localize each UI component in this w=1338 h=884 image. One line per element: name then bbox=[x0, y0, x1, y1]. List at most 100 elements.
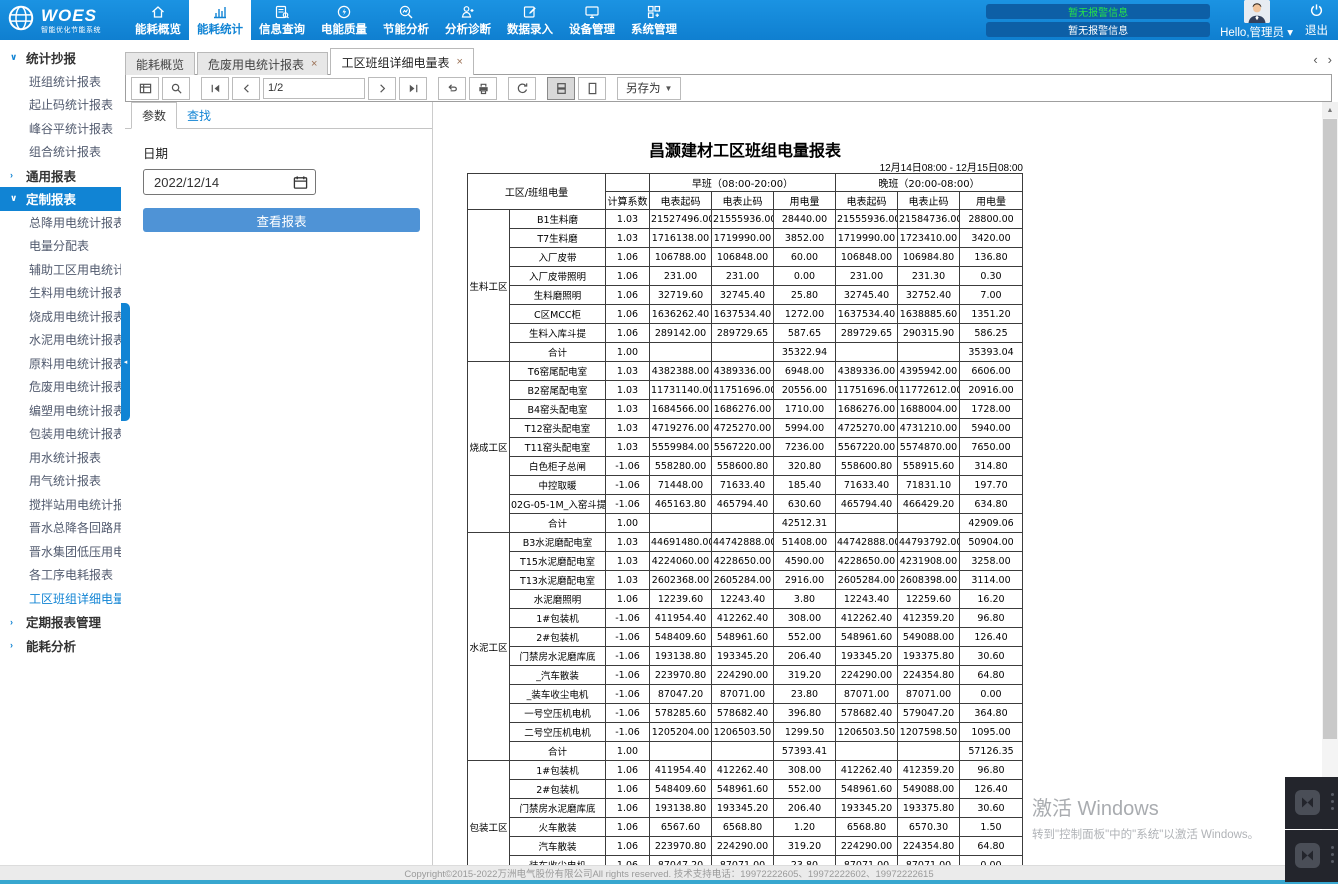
print-button[interactable] bbox=[469, 77, 497, 100]
tab-scroll-left-icon[interactable]: ‹ bbox=[1313, 52, 1317, 67]
sidebar-item[interactable]: 组合统计报表 bbox=[0, 140, 121, 164]
sidebar-item[interactable]: 晋水总降各回路用电量统 bbox=[0, 516, 121, 540]
back-button[interactable] bbox=[438, 77, 466, 100]
report-date-range: 12月14日08:00 - 12月15日08:00 bbox=[467, 159, 1023, 174]
next-page-button[interactable] bbox=[368, 77, 396, 100]
search-button[interactable] bbox=[162, 77, 190, 100]
table-row: 生料入库斗提1.06289142.00289729.65587.65289729… bbox=[468, 324, 1023, 343]
sidebar-item[interactable]: 工区班组详细电量表 bbox=[0, 587, 121, 611]
view-report-button[interactable]: 查看报表 bbox=[143, 208, 420, 232]
toggle-panel-button[interactable] bbox=[131, 77, 159, 100]
close-icon[interactable]: × bbox=[311, 58, 317, 70]
tab-inactive[interactable]: 能耗概览 bbox=[125, 52, 195, 75]
sidebar-item[interactable]: 烧成用电统计报表 bbox=[0, 305, 121, 329]
alert-banner-2[interactable]: 暂无报警信息 bbox=[986, 22, 1210, 37]
scroll-up-icon[interactable]: ▲ bbox=[1322, 102, 1338, 118]
nav-item-label: 信息查询 bbox=[259, 21, 305, 37]
report-table: 工区/班组电量早班（08:00-20:00）晚班（20:00-08:00）计算系… bbox=[467, 173, 1023, 866]
table-header-row: 工区/班组电量早班（08:00-20:00）晚班（20:00-08:00） bbox=[468, 174, 1023, 192]
sidebar-item[interactable]: 搅拌站用电统计报表 bbox=[0, 493, 121, 517]
refresh-button[interactable] bbox=[508, 77, 536, 100]
sidebar-item[interactable]: 原料用电统计报表 bbox=[0, 352, 121, 376]
table-row: T7生料磨1.031716138.001719990.003852.001719… bbox=[468, 229, 1023, 248]
sidebar-item[interactable]: 辅助工区用电统计表 bbox=[0, 258, 121, 282]
sidebar-item[interactable]: 班组统计报表 bbox=[0, 70, 121, 94]
report-scrollbar[interactable]: ▲ bbox=[1322, 102, 1338, 866]
table-row: 门禁房水泥磨库底-1.06193138.80193345.20206.40193… bbox=[468, 647, 1023, 666]
nav-item-analysis-diagnosis[interactable]: 分析诊断 bbox=[437, 0, 499, 40]
sidebar-section-stats-report[interactable]: ∨统计抄报 bbox=[0, 46, 121, 70]
sidebar-item[interactable]: 总降用电统计报表 bbox=[0, 211, 121, 235]
table-row: 合计1.0057393.4157126.35 bbox=[468, 742, 1023, 761]
nav-item-energy-stats[interactable]: 能耗统计 bbox=[189, 0, 251, 40]
table-row: 白色柜子总闸-1.06558280.00558600.80320.8055860… bbox=[468, 457, 1023, 476]
table-row: 生料磨照明1.0632719.6032745.4025.8032745.4032… bbox=[468, 286, 1023, 305]
energy-analysis-icon bbox=[398, 3, 414, 20]
table-row: T12窑头配电室1.034719276.004725270.005994.004… bbox=[468, 419, 1023, 438]
first-page-button[interactable] bbox=[201, 77, 229, 100]
report-title: 昌灏建材工区班组电量报表 bbox=[467, 137, 1023, 161]
sidebar-item[interactable]: 电量分配表 bbox=[0, 234, 121, 258]
nav-item-energy-saving-analysis[interactable]: 节能分析 bbox=[375, 0, 437, 40]
sidebar-item[interactable]: 晋水集团低压用电统计报 bbox=[0, 540, 121, 564]
sidebar-item[interactable]: 用水统计报表 bbox=[0, 446, 121, 470]
sidebar-item[interactable]: 包装用电统计报表 bbox=[0, 422, 121, 446]
tab-params[interactable]: 参数 bbox=[131, 102, 177, 129]
tab-scroll-right-icon[interactable]: › bbox=[1328, 52, 1332, 67]
nav-item-energy-overview[interactable]: 能耗概览 bbox=[127, 0, 189, 40]
sidebar-section-general-report[interactable]: ›通用报表 bbox=[0, 164, 121, 188]
table-row: 合计1.0042512.3142909.06 bbox=[468, 514, 1023, 533]
sidebar-item[interactable]: 峰谷平统计报表 bbox=[0, 117, 121, 141]
sidebar-item[interactable]: 用气统计报表 bbox=[0, 469, 121, 493]
sidebar-item[interactable]: 水泥用电统计报表 bbox=[0, 328, 121, 352]
calendar-icon[interactable] bbox=[293, 175, 308, 190]
screen-capture-widget-2[interactable] bbox=[1285, 830, 1338, 882]
sidebar-item[interactable]: 各工序电耗报表 bbox=[0, 563, 121, 587]
sidebar-item[interactable]: 危废用电统计报表 bbox=[0, 375, 121, 399]
date-field[interactable] bbox=[143, 169, 316, 195]
multi-page-view-button[interactable] bbox=[547, 77, 575, 100]
diagnosis-icon bbox=[460, 3, 476, 20]
tab-active[interactable]: 工区班组详细电量表× bbox=[330, 48, 473, 75]
scrollbar-thumb[interactable] bbox=[1323, 119, 1337, 739]
screen-capture-widget-1[interactable] bbox=[1285, 777, 1338, 829]
page-input[interactable] bbox=[263, 78, 365, 99]
sidebar-section-periodic-report-mgmt[interactable]: ›定期报表管理 bbox=[0, 610, 121, 634]
tab-label: 能耗概览 bbox=[136, 56, 184, 73]
first-page-icon bbox=[209, 82, 222, 95]
nav-item-data-entry[interactable]: 数据录入 bbox=[499, 0, 561, 40]
sidebar-item[interactable]: 生料用电统计报表 bbox=[0, 281, 121, 305]
sidebar-item[interactable]: 编塑用电统计报表 bbox=[0, 399, 121, 423]
tab-find[interactable]: 查找 bbox=[177, 103, 221, 128]
table-row: _汽车散装-1.06223970.80224290.00319.20224290… bbox=[468, 666, 1023, 685]
nav-item-info-query[interactable]: 信息查询 bbox=[251, 0, 313, 40]
tab-inactive[interactable]: 危废用电统计报表× bbox=[197, 52, 328, 75]
save-as-button[interactable]: 另存为▼ bbox=[617, 77, 681, 100]
nav-item-label: 设备管理 bbox=[569, 21, 615, 37]
single-page-view-button[interactable] bbox=[578, 77, 606, 100]
sidebar-item[interactable]: 起止码统计报表 bbox=[0, 93, 121, 117]
prev-page-icon bbox=[240, 82, 253, 95]
table-row: T15水泥磨配电室1.034224060.004228650.004590.00… bbox=[468, 552, 1023, 571]
sidebar-section-energy-analysis[interactable]: ›能耗分析 bbox=[0, 634, 121, 658]
prev-page-button[interactable] bbox=[232, 77, 260, 100]
table-row: 火车散装1.066567.606568.801.206568.806570.30… bbox=[468, 818, 1023, 837]
table-row: _装车收尘电机-1.0687047.2087071.0023.8087071.0… bbox=[468, 685, 1023, 704]
table-row: 合计1.0035322.9435393.04 bbox=[468, 343, 1023, 362]
refresh-icon bbox=[516, 82, 529, 95]
user-menu[interactable]: Hello,管理员 ▾ bbox=[1220, 24, 1293, 40]
table-row: 入厂皮带1.06106788.00106848.0060.00106848.00… bbox=[468, 248, 1023, 267]
alert-banner-1[interactable]: 暂无报警信息 bbox=[986, 4, 1210, 19]
logout-button[interactable]: 退出 bbox=[1305, 3, 1328, 38]
nav-item-device-mgmt[interactable]: 设备管理 bbox=[561, 0, 623, 40]
last-page-button[interactable] bbox=[399, 77, 427, 100]
table-row: 二号空压机电机-1.061205204.001206503.501299.501… bbox=[468, 723, 1023, 742]
sidebar-section-custom-report[interactable]: ∨定制报表 bbox=[0, 187, 121, 211]
sidebar-collapse-handle[interactable]: ◂ bbox=[121, 303, 130, 421]
date-input[interactable] bbox=[152, 174, 276, 191]
nav-item-system-mgmt[interactable]: 系统管理 bbox=[623, 0, 685, 40]
bottom-strip bbox=[0, 880, 1338, 884]
close-icon[interactable]: × bbox=[456, 56, 462, 68]
undo-icon bbox=[446, 82, 459, 95]
nav-item-power-quality[interactable]: 电能质量 bbox=[313, 0, 375, 40]
